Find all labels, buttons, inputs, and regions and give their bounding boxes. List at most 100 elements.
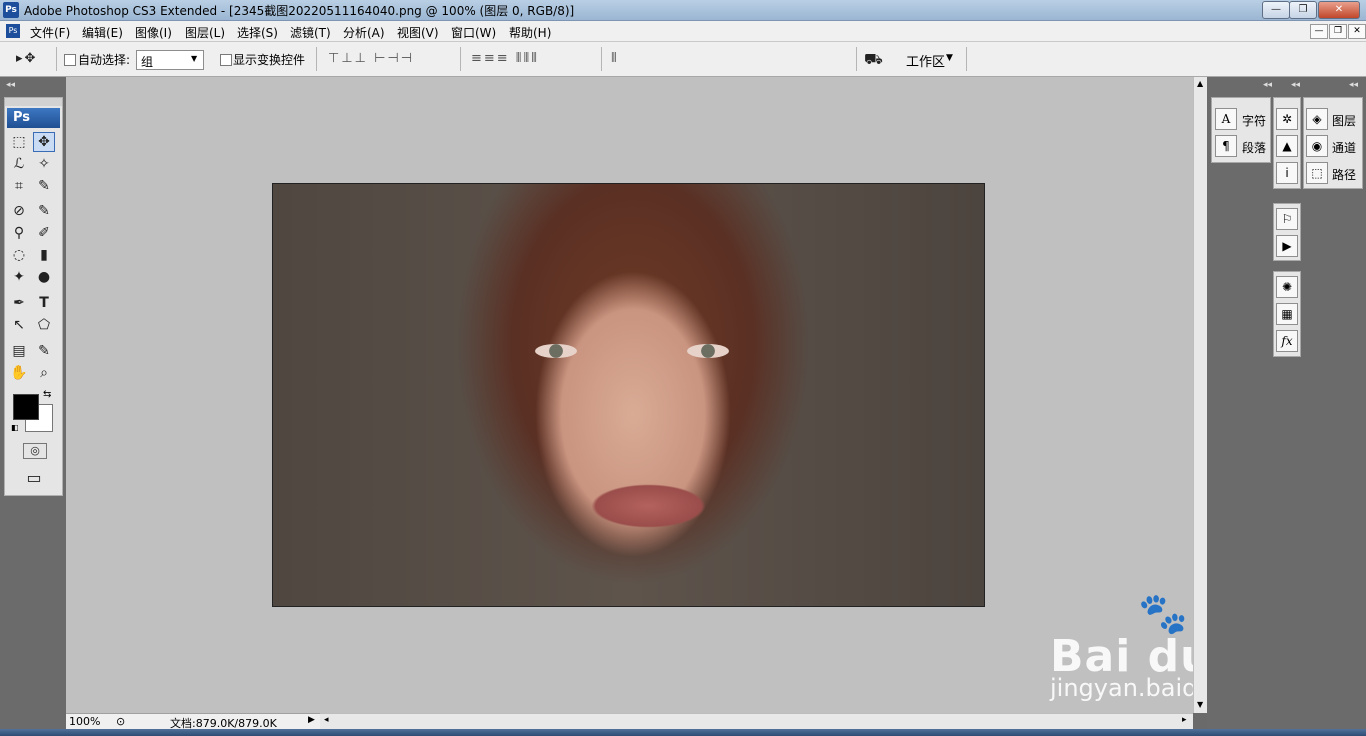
toolbox-header[interactable] (5, 98, 62, 106)
zoom-tool-icon[interactable]: ⌕ (34, 364, 54, 382)
gradient-tool-icon[interactable]: ▮ (34, 246, 54, 264)
hand-tool-icon[interactable]: ✋ (9, 364, 29, 382)
layers-panel-group: ◈ 图层 ◉ 通道 ⬚ 路径 (1303, 97, 1363, 189)
horizontal-scrollbar[interactable]: ◂ ▸ (320, 713, 1193, 730)
navigator-icon[interactable]: ✲ (1276, 108, 1298, 130)
doc-restore-button[interactable]: ❐ (1329, 24, 1347, 39)
type-tool-icon[interactable]: T (34, 294, 54, 312)
brush-tool-icon[interactable]: ✎ (34, 202, 54, 220)
dodge-tool-icon[interactable]: ● (34, 268, 54, 286)
menu-image[interactable]: 图像(I) (135, 24, 172, 41)
lasso-tool-icon[interactable]: ℒ (9, 155, 29, 173)
screen-mode-icon[interactable]: ▭ (23, 469, 45, 487)
menu-view[interactable]: 视图(V) (397, 24, 439, 41)
auto-align-icon[interactable]: ⦀ (611, 51, 619, 66)
shape-tool-icon[interactable]: ⬠ (34, 316, 54, 334)
magic-wand-tool-icon[interactable]: ✧ (34, 155, 54, 173)
vertical-scrollbar[interactable]: ▲ ▼ (1193, 77, 1208, 713)
crop-tool-icon[interactable]: ⌗ (9, 177, 29, 195)
channels-icon[interactable]: ◉ (1306, 135, 1328, 157)
distribute-icons-group[interactable]: ≡≡≡ ⦀⦀⦀ (471, 51, 539, 66)
windows-taskbar (0, 729, 1366, 736)
workspace-chevron-icon[interactable]: ▼ (946, 53, 953, 63)
healing-brush-tool-icon[interactable]: ⊘ (9, 202, 29, 220)
divider (856, 47, 857, 71)
scroll-left-icon[interactable]: ◂ (324, 715, 329, 725)
menu-select[interactable]: 选择(S) (237, 24, 278, 41)
notes-tool-icon[interactable]: ▤ (9, 342, 29, 360)
layers-label[interactable]: 图层 (1332, 112, 1356, 129)
workspace-label[interactable]: 工作区 (906, 51, 945, 70)
move-tool-icon[interactable]: ✥ (33, 132, 55, 152)
collapse-icon[interactable]: ◂◂ (1291, 80, 1300, 90)
divider (966, 47, 967, 71)
doc-minimize-button[interactable]: — (1310, 24, 1328, 39)
scroll-right-icon[interactable]: ▸ (1182, 715, 1187, 725)
histogram-icon[interactable]: ▲ (1276, 135, 1298, 157)
menu-edit[interactable]: 编辑(E) (82, 24, 123, 41)
menu-file[interactable]: 文件(F) (30, 24, 70, 41)
swatches-icon[interactable]: ▦ (1276, 303, 1298, 325)
history-icon[interactable]: ⚐ (1276, 208, 1298, 230)
auto-select-dropdown[interactable]: 组 ▼ (136, 50, 204, 70)
menu-bar: Ps 文件(F) 编辑(E) 图像(I) 图层(L) 选择(S) 滤镜(T) 分… (0, 21, 1366, 42)
image-detail (687, 344, 729, 358)
pen-tool-icon[interactable]: ✒ (9, 294, 29, 312)
close-button[interactable]: ✕ (1318, 1, 1360, 19)
eyedropper-tool-icon[interactable]: ✎ (34, 342, 54, 360)
clone-stamp-tool-icon[interactable]: ⚲ (9, 224, 29, 242)
color-icon[interactable]: ✺ (1276, 276, 1298, 298)
restore-button[interactable]: ❐ (1289, 1, 1317, 19)
paragraph-label[interactable]: 段落 (1242, 139, 1266, 156)
character-label[interactable]: 字符 (1242, 112, 1266, 129)
eraser-tool-icon[interactable]: ◌ (9, 246, 29, 264)
doc-close-button[interactable]: ✕ (1348, 24, 1366, 39)
character-paragraph-panel: A 字符 ¶ 段落 (1211, 97, 1271, 163)
styles-icon[interactable]: fx (1276, 330, 1298, 352)
menu-filter[interactable]: 滤镜(T) (290, 24, 331, 41)
divider (601, 47, 602, 71)
minimize-button[interactable]: — (1262, 1, 1290, 19)
paragraph-icon[interactable]: ¶ (1215, 135, 1237, 157)
bridge-icon[interactable]: ⛟ (864, 50, 885, 70)
toolbox-logo[interactable]: Ps (7, 108, 60, 128)
channels-label[interactable]: 通道 (1332, 139, 1356, 156)
info-icon[interactable]: ⅰ (1276, 162, 1298, 184)
character-icon[interactable]: A (1215, 108, 1237, 130)
blur-tool-icon[interactable]: ✦ (9, 268, 29, 286)
history-brush-tool-icon[interactable]: ✐ (34, 224, 54, 242)
scroll-down-icon[interactable]: ▼ (1197, 700, 1203, 709)
quick-mask-icon[interactable]: ◎ (23, 443, 47, 459)
scroll-up-icon[interactable]: ▲ (1197, 79, 1203, 88)
divider (316, 47, 317, 71)
align-icons-group[interactable]: ⊤⊥⊥ ⊢⊣⊣ (328, 51, 414, 66)
path-selection-tool-icon[interactable]: ↖ (9, 316, 29, 334)
photoshop-logo-icon: Ps (3, 2, 19, 18)
default-colors-icon[interactable]: ◧ (11, 423, 19, 432)
status-menu-icon[interactable]: ⊙ (116, 715, 125, 728)
menu-analysis[interactable]: 分析(A) (343, 24, 385, 41)
auto-select-checkbox[interactable] (64, 54, 76, 66)
paths-icon[interactable]: ⬚ (1306, 162, 1328, 184)
move-tool-preset-icon[interactable]: ▸✥ (16, 51, 37, 66)
layers-icon[interactable]: ◈ (1306, 108, 1328, 130)
paths-label[interactable]: 路径 (1332, 166, 1356, 183)
collapse-icon[interactable]: ◂◂ (1349, 80, 1358, 90)
swap-colors-icon[interactable]: ⇆ (43, 389, 51, 400)
foreground-color-swatch[interactable] (13, 394, 39, 420)
slice-tool-icon[interactable]: ✎ (34, 177, 54, 195)
menu-layer[interactable]: 图层(L) (185, 24, 225, 41)
menu-help[interactable]: 帮助(H) (509, 24, 551, 41)
document-image[interactable] (272, 183, 985, 607)
divider (56, 47, 57, 71)
show-transform-checkbox[interactable] (220, 54, 232, 66)
marquee-tool-icon[interactable]: ⬚ (9, 133, 29, 151)
status-arrow-icon[interactable]: ▶ (308, 715, 315, 725)
title-bar: Ps Adobe Photoshop CS3 Extended - [2345截… (0, 0, 1366, 21)
collapse-icon[interactable]: ◂◂ (1263, 80, 1272, 90)
collapse-icon[interactable]: ◂◂ (6, 80, 15, 90)
actions-icon[interactable]: ▶ (1276, 235, 1298, 257)
menu-window[interactable]: 窗口(W) (451, 24, 496, 41)
history-panel-group: ⚐ ▶ (1273, 203, 1301, 261)
zoom-level[interactable]: 100% (69, 715, 100, 728)
